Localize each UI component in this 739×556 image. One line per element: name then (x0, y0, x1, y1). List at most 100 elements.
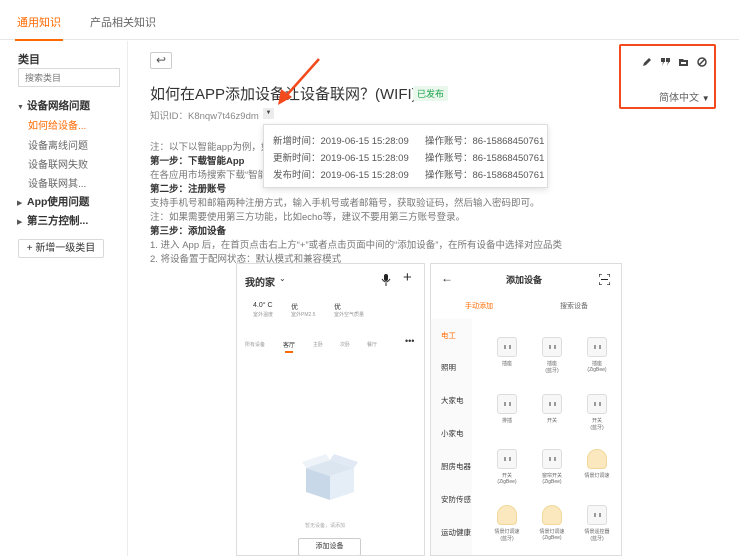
device-name: 插座 (546, 361, 557, 367)
caret-right-icon: ▶ (17, 219, 23, 226)
microphone-icon (381, 274, 391, 286)
top-tabs: 通用知识 产品相关知识 (0, 0, 739, 41)
device-name: 窗帘开关 (541, 473, 562, 479)
category-item-active: 电工 (441, 331, 456, 340)
bulb-icon (587, 449, 607, 469)
device-tile: 窗帘开关 (ZigBee) (532, 449, 572, 485)
sidebar-item-connect-other[interactable]: 设备联网其... (28, 175, 86, 190)
tab-general-knowledge[interactable]: 通用知识 (15, 0, 63, 41)
operator-label: 操作账号： (425, 170, 473, 181)
device-tile: 插座 (ZigBee) (577, 337, 617, 373)
operator-account: 操作账号：86-15868450761 (425, 133, 544, 147)
operator-label: 操作账号： (425, 136, 473, 147)
content-line: 注：如果需要使用第三方功能，比如echo等，建议不要用第三方账号登录。 (150, 212, 466, 223)
content-line: 在各应用市场搜索下载“智能 (150, 170, 263, 181)
tab-manual-add: 手动添加 (465, 303, 493, 310)
tab-product-knowledge[interactable]: 产品相关知识 (90, 0, 156, 40)
operator-value: 86-15868450761 (472, 170, 545, 181)
add-device-title: 添加设备 (506, 275, 543, 285)
category-item: 大家电 (441, 396, 464, 405)
article-title: 如何在APP添加设备让设备联网？(WIFI) (150, 86, 417, 103)
sidebar-item-connect-fail[interactable]: 设备联网失败 (28, 156, 88, 171)
back-button[interactable]: ↩ (150, 52, 172, 69)
operator-value: 86-15868450761 (472, 153, 545, 164)
switch-icon (587, 394, 607, 414)
category-sidebar: 类目 ▼设备网络问题 如何给设备... 设备离线问题 设备联网失败 设备联网其.… (9, 41, 128, 556)
device-tile: 情景灯调速 (ZigBee) (532, 505, 572, 541)
sidebar-group-network[interactable]: ▼ 设备网络问题 (17, 98, 90, 113)
sidebar-group-third-party[interactable]: ▶ 第三方控制... (17, 213, 88, 228)
room-tab: 主卧 (313, 342, 324, 348)
knowledge-id: 知识ID：K8nqw7t46z9dm (150, 108, 259, 122)
status-badge: 已发布 (413, 86, 449, 101)
folder-icon[interactable] (679, 57, 689, 67)
content-heading: 第三步：添加设备 (150, 226, 227, 237)
device-tile: 情景灯调速 (577, 449, 617, 479)
tab-search-device: 搜索设备 (560, 303, 588, 310)
device-tile: 插座 (蓝牙) (532, 337, 572, 374)
device-tile: 开关 (532, 394, 572, 424)
device-sub: (蓝牙) (545, 368, 559, 374)
language-select[interactable]: 简体中文 ▼ (659, 89, 710, 104)
home-title: 我的家 (245, 278, 275, 289)
bulb-icon (542, 505, 562, 525)
device-tile: 排插 (487, 394, 527, 424)
device-sub: (ZigBee) (542, 535, 562, 541)
sidebar-item-add-device[interactable]: 如何给设备... (28, 117, 86, 132)
operator-value: 86-15868450761 (472, 136, 545, 147)
quote-icon[interactable] (661, 57, 671, 67)
content-line: 注：以下以智能app为例，如 (150, 142, 263, 153)
room-tab: 餐厅 (367, 342, 378, 348)
phone-screenshot-add-device: ← 添加设备 手动添加 搜索设备 电工 照明 大家电 小家电 厨房电器 安防传感… (430, 263, 622, 556)
empty-box-icon (302, 454, 358, 500)
device-tile: 插座 (487, 337, 527, 367)
device-name: 插座 (591, 361, 602, 367)
category-item: 厨房电器 (441, 462, 471, 471)
back-arrow-icon: ← (441, 271, 453, 285)
device-name: 插座 (501, 361, 512, 367)
socket-icon (542, 337, 562, 357)
room-tab-indicator (285, 351, 293, 353)
phone-screenshot-home: 我的家 ⌄ + 4.0° C 室外温度 优 室外PM2.5 优 室外空气质量 所… (236, 263, 425, 556)
sidebar-group-app[interactable]: ▶ App使用问题 (17, 194, 89, 209)
socket-icon (587, 337, 607, 357)
sidebar-title: 类目 (18, 54, 40, 66)
socket-icon (497, 337, 517, 357)
disable-icon[interactable] (697, 57, 707, 67)
info-popup: 新增时间：2019-06-15 15:28:09 操作账号：86-15868450… (263, 124, 548, 188)
category-search-input[interactable] (18, 68, 120, 87)
room-tab: 次卧 (340, 342, 351, 348)
published-time: 2019-06-15 15:28:09 (320, 170, 409, 181)
info-dropdown-toggle[interactable]: ▼ (263, 108, 274, 119)
edit-icon[interactable] (642, 57, 652, 67)
operator-account: 操作账号：86-15868450761 (425, 150, 544, 164)
popup-row-updated: 更新时间：2019-06-15 15:28:09 操作账号：86-15868450… (273, 150, 544, 164)
device-name: 开关 (546, 418, 557, 424)
device-sub: (蓝牙) (590, 425, 604, 431)
action-toolbar: 简体中文 ▼ (619, 44, 716, 109)
created-label: 新增时间： (273, 136, 321, 147)
device-name: 情景遥控器 (584, 529, 610, 535)
room-tab: 所有设备 (245, 342, 266, 348)
add-category-button[interactable]: + 新增一级类目 (18, 239, 104, 258)
language-value: 简体中文 (659, 93, 699, 104)
content-heading: 第二步：注册账号 (150, 184, 227, 195)
device-name: 情景灯调速 (539, 529, 565, 535)
sidebar-group-label: 第三方控制... (27, 215, 89, 227)
category-item: 安防传感 (441, 495, 471, 504)
category-item: 照明 (441, 363, 456, 372)
popup-row-published: 发布时间：2019-06-15 15:28:09 操作账号：86-15868450… (273, 167, 544, 181)
phone-add-device-button: 添加设备 (298, 538, 361, 555)
updated-time: 2019-06-15 15:28:09 (320, 153, 409, 164)
switch-icon (497, 449, 517, 469)
device-sub: (蓝牙) (500, 536, 514, 542)
curtain-switch-icon (542, 449, 562, 469)
power-strip-icon (497, 394, 517, 414)
outdoor-pm-label: 室外PM2.5 (291, 312, 316, 318)
published-label: 发布时间： (273, 170, 321, 181)
device-tile: 开关 (蓝牙) (577, 394, 617, 431)
bulb-icon (497, 505, 517, 525)
sidebar-item-offline[interactable]: 设备离线问题 (28, 137, 88, 152)
remote-icon (587, 505, 607, 525)
device-sub: (ZigBee) (542, 479, 562, 485)
